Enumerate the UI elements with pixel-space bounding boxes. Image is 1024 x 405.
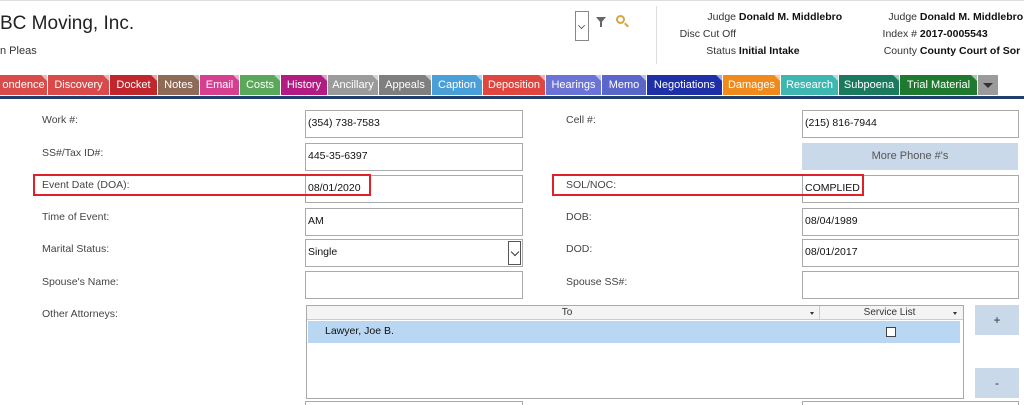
time-event-field[interactable]: AM <box>305 208 523 236</box>
tab-correspondence[interactable]: ondence <box>0 75 47 95</box>
header-divider <box>656 6 657 64</box>
marital-value: Single <box>308 246 338 258</box>
chevron-down-icon <box>578 22 585 29</box>
other-attorneys-label: Other Attorneys: <box>42 308 118 320</box>
judge-row-1: Judge Donald M. Middlebro <box>707 11 843 23</box>
tab-history[interactable]: History <box>281 75 327 95</box>
caret-down-icon <box>983 83 993 88</box>
grid-col-to[interactable]: To <box>317 306 817 320</box>
tab-underline <box>0 96 1024 99</box>
other-attorneys-grid: To Service List Lawyer, Joe B. <box>306 305 964 399</box>
cell-phone-field[interactable]: (215) 816-7944 <box>802 110 1019 138</box>
disc-cut-off-row: Disc Cut Off <box>679 28 736 40</box>
tab-hearings[interactable]: Hearings <box>546 75 601 95</box>
court-subtitle: n Pleas <box>0 45 37 57</box>
tab-subpoena[interactable]: Subpoena <box>839 75 899 95</box>
dod-field[interactable]: 08/01/2017 <box>802 239 1019 267</box>
sort-icon[interactable] <box>810 312 814 315</box>
tab-trial-material[interactable]: Trial Material <box>900 75 977 95</box>
chevron-down-icon <box>510 247 520 257</box>
remove-attorney-button[interactable]: - <box>975 368 1019 398</box>
tab-notes[interactable]: Notes <box>158 75 199 95</box>
work-label: Work #: <box>42 114 78 126</box>
tab-research[interactable]: Research <box>781 75 838 95</box>
add-attorney-button[interactable]: + <box>975 305 1019 335</box>
table-row[interactable]: Lawyer, Joe B. <box>308 321 960 343</box>
partial-field[interactable] <box>305 401 523 405</box>
grid-col-service-list[interactable]: Service List <box>819 306 959 320</box>
county-row: County County Court of Sor <box>883 45 1021 57</box>
dod-label: DOD: <box>566 243 593 255</box>
case-selector-dropdown[interactable] <box>575 11 589 41</box>
grid-header: To Service List <box>307 306 963 320</box>
case-header: BC Moving, Inc. n Pleas Judge Donald M. … <box>0 0 1024 74</box>
search-icon[interactable] <box>616 15 625 24</box>
tab-ancillary[interactable]: Ancillary <box>328 75 378 95</box>
filter-icon[interactable] <box>596 17 606 27</box>
work-phone-field[interactable]: (354) 738-7583 <box>305 110 523 138</box>
tab-docket[interactable]: Docket <box>110 75 157 95</box>
tab-discovery[interactable]: Discovery <box>48 75 109 95</box>
marital-select[interactable]: Single <box>305 239 523 267</box>
tab-bar: ondence Discovery Docket Notes Email Cos… <box>0 75 1024 97</box>
tab-damages[interactable]: Damages <box>723 75 780 95</box>
highlight-sol <box>552 174 864 196</box>
spouse-ss-field[interactable] <box>802 271 1019 299</box>
marital-dropdown-button[interactable] <box>508 241 521 265</box>
tab-caption[interactable]: Caption <box>432 75 482 95</box>
more-tabs-button[interactable] <box>978 75 998 95</box>
more-phones-button[interactable]: More Phone #'s <box>802 143 1018 170</box>
sort-icon[interactable] <box>953 312 957 315</box>
tab-negotiations[interactable]: Negotiations <box>647 75 722 95</box>
tab-costs[interactable]: Costs <box>240 75 280 95</box>
service-list-checkbox[interactable] <box>886 327 896 337</box>
cell-label: Cell #: <box>566 114 596 126</box>
ssn-field[interactable]: 445-35-6397 <box>305 143 523 171</box>
marital-label: Marital Status: <box>42 243 110 255</box>
time-event-label: Time of Event: <box>42 211 110 223</box>
spouse-name-field[interactable] <box>305 271 523 299</box>
tab-deposition[interactable]: Deposition <box>483 75 545 95</box>
index-row: Index # 2017-0005543 <box>882 28 988 40</box>
attorney-name: Lawyer, Joe B. <box>325 325 394 337</box>
ssn-label: SS#/Tax ID#: <box>42 147 104 159</box>
company-title: BC Moving, Inc. <box>0 13 135 34</box>
highlight-event-date <box>33 174 371 196</box>
tab-appeals[interactable]: Appeals <box>379 75 431 95</box>
dob-field[interactable]: 08/04/1989 <box>802 208 1019 236</box>
judge-row-2: Judge Donald M. Middlebro <box>888 11 1024 23</box>
status-row: Status Initial Intake <box>706 45 800 57</box>
tab-email[interactable]: Email <box>200 75 239 95</box>
dob-label: DOB: <box>566 211 592 223</box>
spouse-name-label: Spouse's Name: <box>42 276 119 288</box>
tab-memo[interactable]: Memo <box>602 75 646 95</box>
partial-field[interactable] <box>802 401 1019 405</box>
spouse-ss-label: Spouse SS#: <box>566 276 628 288</box>
